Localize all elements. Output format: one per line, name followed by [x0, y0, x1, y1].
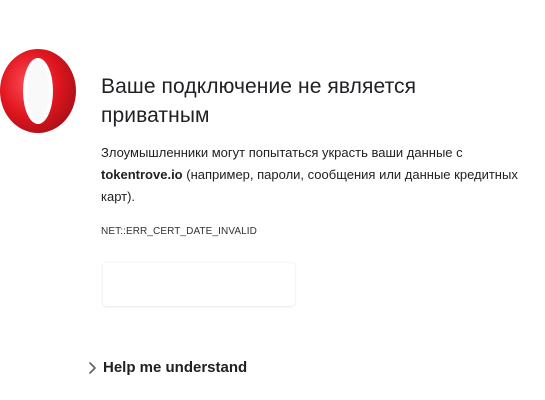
help-me-understand-label: Help me understand [103, 359, 248, 376]
action-button-area[interactable] [103, 263, 295, 306]
help-me-understand-toggle[interactable]: Help me understand [86, 359, 247, 376]
page-title: Ваше подключение не является приватным [101, 75, 417, 127]
error-code: NET::ERR_CERT_DATE_INVALID [101, 226, 257, 237]
opera-logo-icon [0, 49, 76, 133]
warning-description: Злоумышленники могут попытаться украсть … [101, 142, 521, 208]
site-domain: tokentrove.io [101, 167, 183, 182]
security-interstitial-page: Ваше подключение не является приватным З… [0, 0, 545, 400]
chevron-right-icon [89, 361, 96, 374]
description-text-before: Злоумышленники могут попытаться украсть … [101, 145, 463, 160]
